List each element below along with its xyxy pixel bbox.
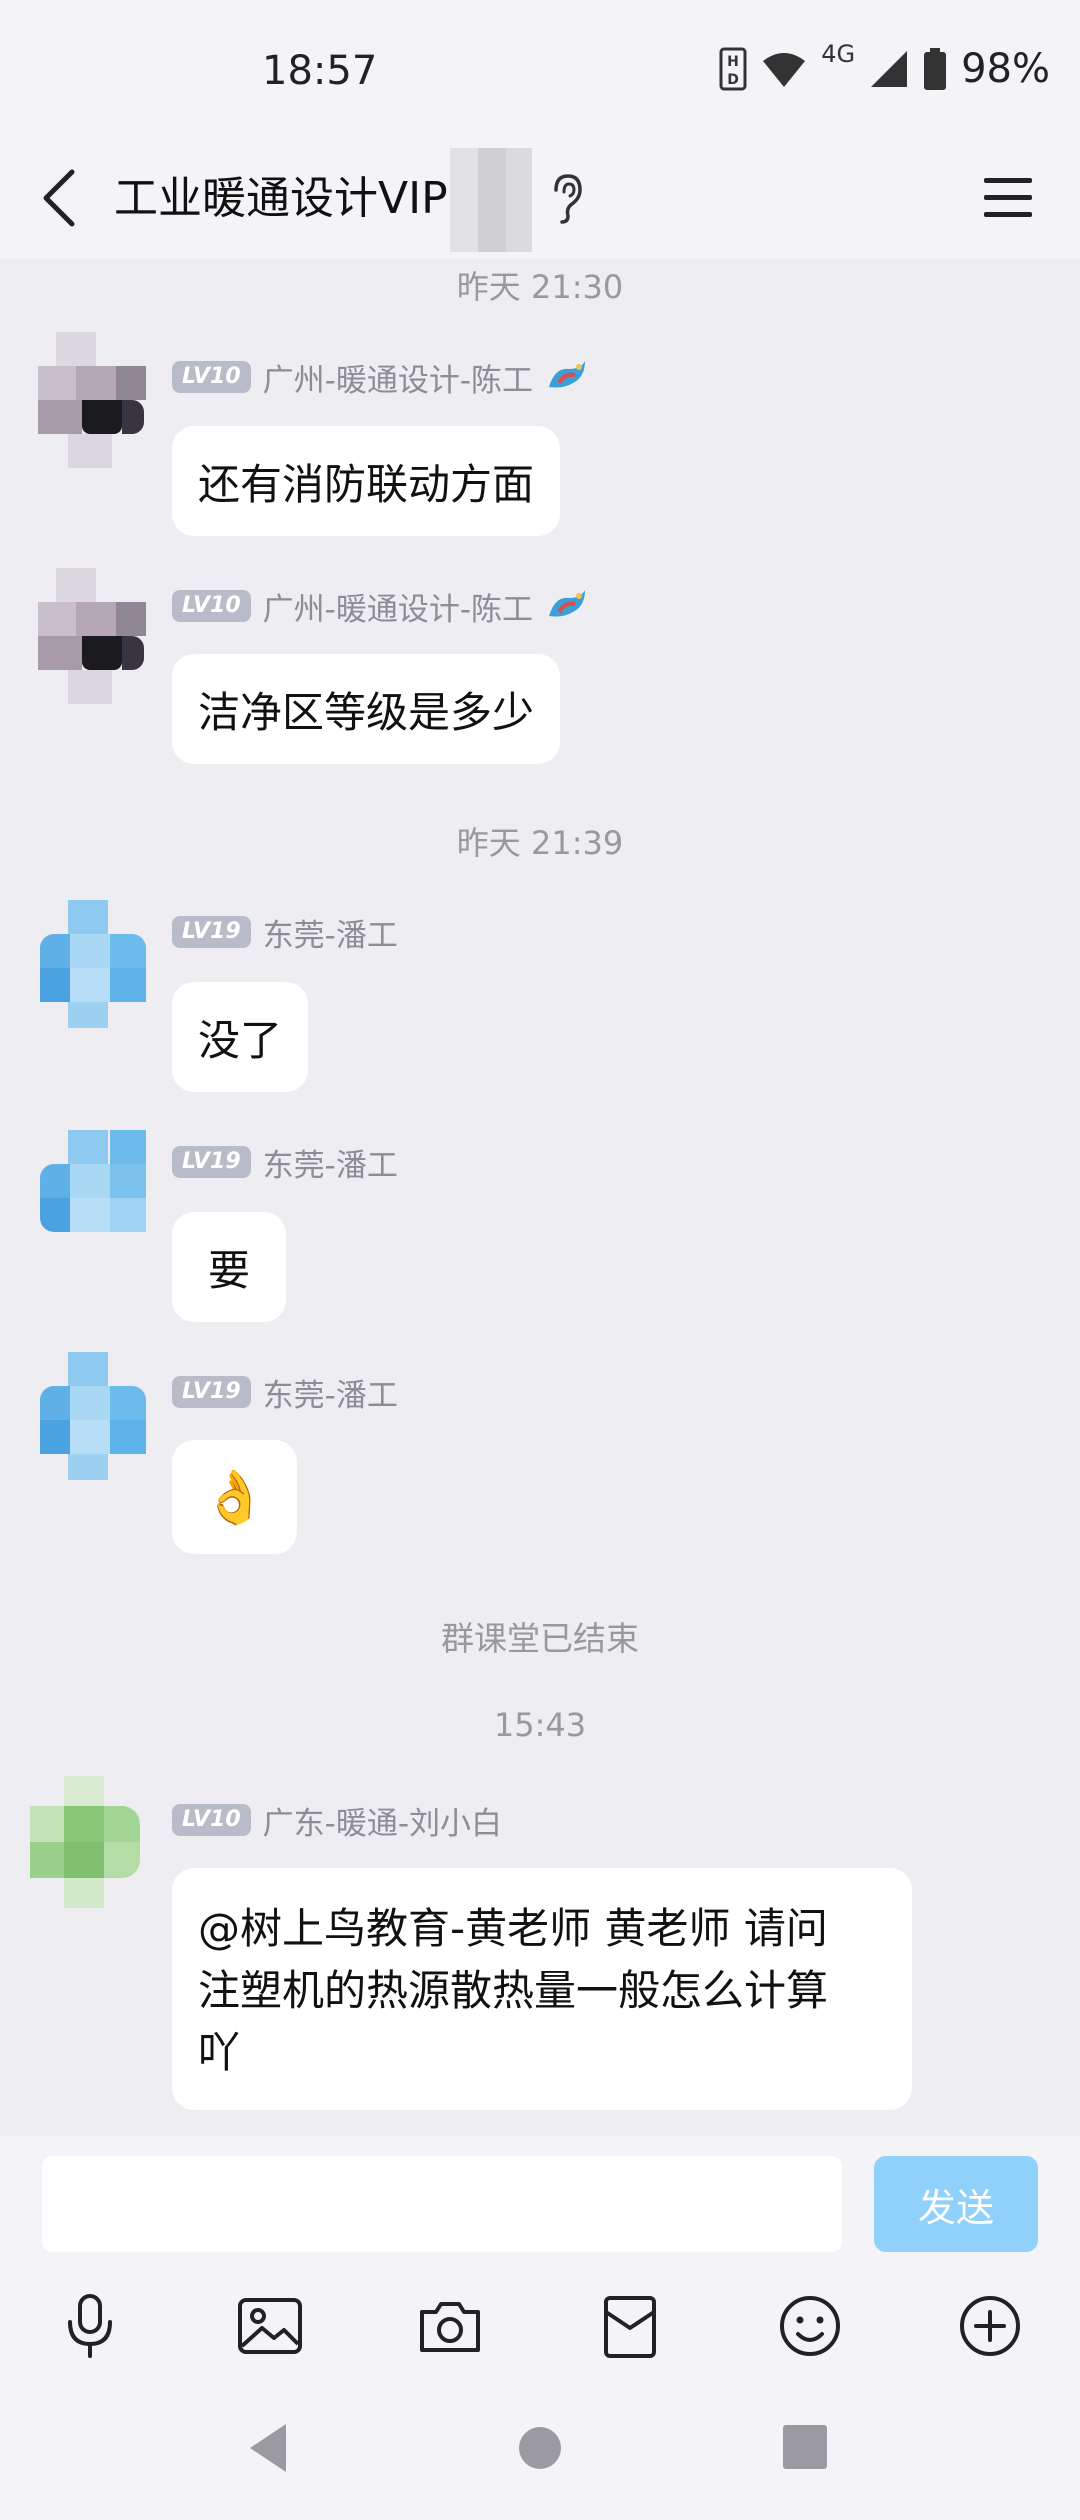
message-bubble[interactable]: @树上鸟教育-黄老师 黄老师 请问 注塑机的热源散热量一般怎么计算 吖: [172, 1868, 912, 2110]
system-note: 群课堂已结束: [441, 1619, 639, 1658]
hd-icon: HD: [719, 47, 747, 91]
signal-icon: [871, 51, 908, 87]
back-arrow-icon[interactable]: [36, 158, 96, 238]
network-label: 4G: [821, 40, 856, 68]
dragon-badge-icon: [549, 590, 586, 617]
avatar[interactable]: [30, 1776, 140, 1912]
send-button[interactable]: 发送: [874, 2156, 1038, 2252]
image-icon[interactable]: [234, 2290, 306, 2362]
input-toolbar: [0, 2266, 1080, 2386]
level-badge: LV10: [172, 590, 251, 622]
status-icons: HD 4G 98%: [719, 40, 1050, 92]
message-bubble[interactable]: 👌: [172, 1440, 297, 1554]
composer: 发送: [0, 2136, 1080, 2266]
level-badge: LV10: [172, 1804, 251, 1836]
sender-name[interactable]: 广东-暖通-刘小白: [263, 1798, 502, 1843]
title-bar: 工业暖通设计VIP: [0, 140, 1080, 258]
dragon-badge-icon: [549, 361, 586, 388]
message-bubble[interactable]: 洁净区等级是多少: [172, 654, 561, 764]
level-badge: LV10: [172, 361, 251, 393]
level-badge: LV19: [172, 1376, 251, 1408]
sender-name[interactable]: 东莞-潘工: [263, 1370, 398, 1415]
sender-name[interactable]: 东莞-潘工: [263, 910, 398, 955]
svg-text:H: H: [727, 54, 739, 70]
chat-title[interactable]: 工业暖通设计VIP: [114, 162, 448, 226]
ear-icon[interactable]: [546, 172, 586, 226]
level-badge: LV19: [172, 1146, 251, 1178]
message-bubble[interactable]: 还有消防联动方面: [172, 426, 561, 536]
avatar[interactable]: [40, 1352, 150, 1488]
red-packet-icon[interactable]: [594, 2290, 666, 2362]
sender-row: LV10 广州-暖通设计-陈工: [172, 355, 589, 400]
sender-row: LV19 东莞-潘工: [172, 1140, 398, 1185]
battery-icon: [924, 48, 947, 90]
message-line: 注塑机的热源散热量一般怎么计算: [198, 1966, 829, 2015]
title-mosaic: [450, 148, 532, 252]
message-bubble[interactable]: 要: [172, 1212, 287, 1322]
message-bubble[interactable]: 没了: [172, 982, 309, 1092]
sender-row: LV10 广东-暖通-刘小白: [172, 1798, 502, 1843]
avatar[interactable]: [38, 568, 148, 704]
emoji-icon[interactable]: [774, 2290, 846, 2362]
svg-text:D: D: [727, 72, 739, 88]
sender-row: LV10 广州-暖通设计-陈工: [172, 584, 589, 629]
sender-name[interactable]: 广州-暖通设计-陈工: [263, 584, 533, 629]
timestamp: 昨天 21:39: [456, 824, 624, 862]
message-input[interactable]: [42, 2156, 842, 2252]
timestamp: 昨天 21:30: [456, 268, 624, 306]
avatar[interactable]: [40, 900, 150, 1036]
status-bar: 18:57 HD 4G 98%: [0, 0, 1080, 140]
battery-percent: 98%: [961, 46, 1050, 92]
sender-row: LV19 东莞-潘工: [172, 910, 398, 955]
sender-name[interactable]: 广州-暖通设计-陈工: [263, 355, 533, 400]
timestamp: 15:43: [493, 1706, 587, 1744]
nav-back-icon[interactable]: [246, 2422, 290, 2474]
status-time: 18:57: [262, 48, 378, 94]
message-line: @树上鸟教育-黄老师 黄老师 请问: [198, 1904, 828, 1953]
sender-row: LV19 东莞-潘工: [172, 1370, 398, 1415]
nav-recents-icon[interactable]: [782, 2424, 828, 2470]
menu-icon[interactable]: [982, 170, 1034, 226]
avatar[interactable]: [40, 1130, 150, 1266]
sender-name[interactable]: 东莞-潘工: [263, 1140, 398, 1185]
microphone-icon[interactable]: [54, 2290, 126, 2362]
level-badge: LV19: [172, 916, 251, 948]
wifi-icon: [763, 53, 806, 87]
plus-icon[interactable]: [954, 2290, 1026, 2362]
system-nav-bar: [0, 2386, 1080, 2520]
avatar[interactable]: [38, 332, 148, 468]
nav-home-icon[interactable]: [518, 2426, 562, 2470]
camera-icon[interactable]: [414, 2290, 486, 2362]
message-line: 吖: [198, 2028, 241, 2077]
